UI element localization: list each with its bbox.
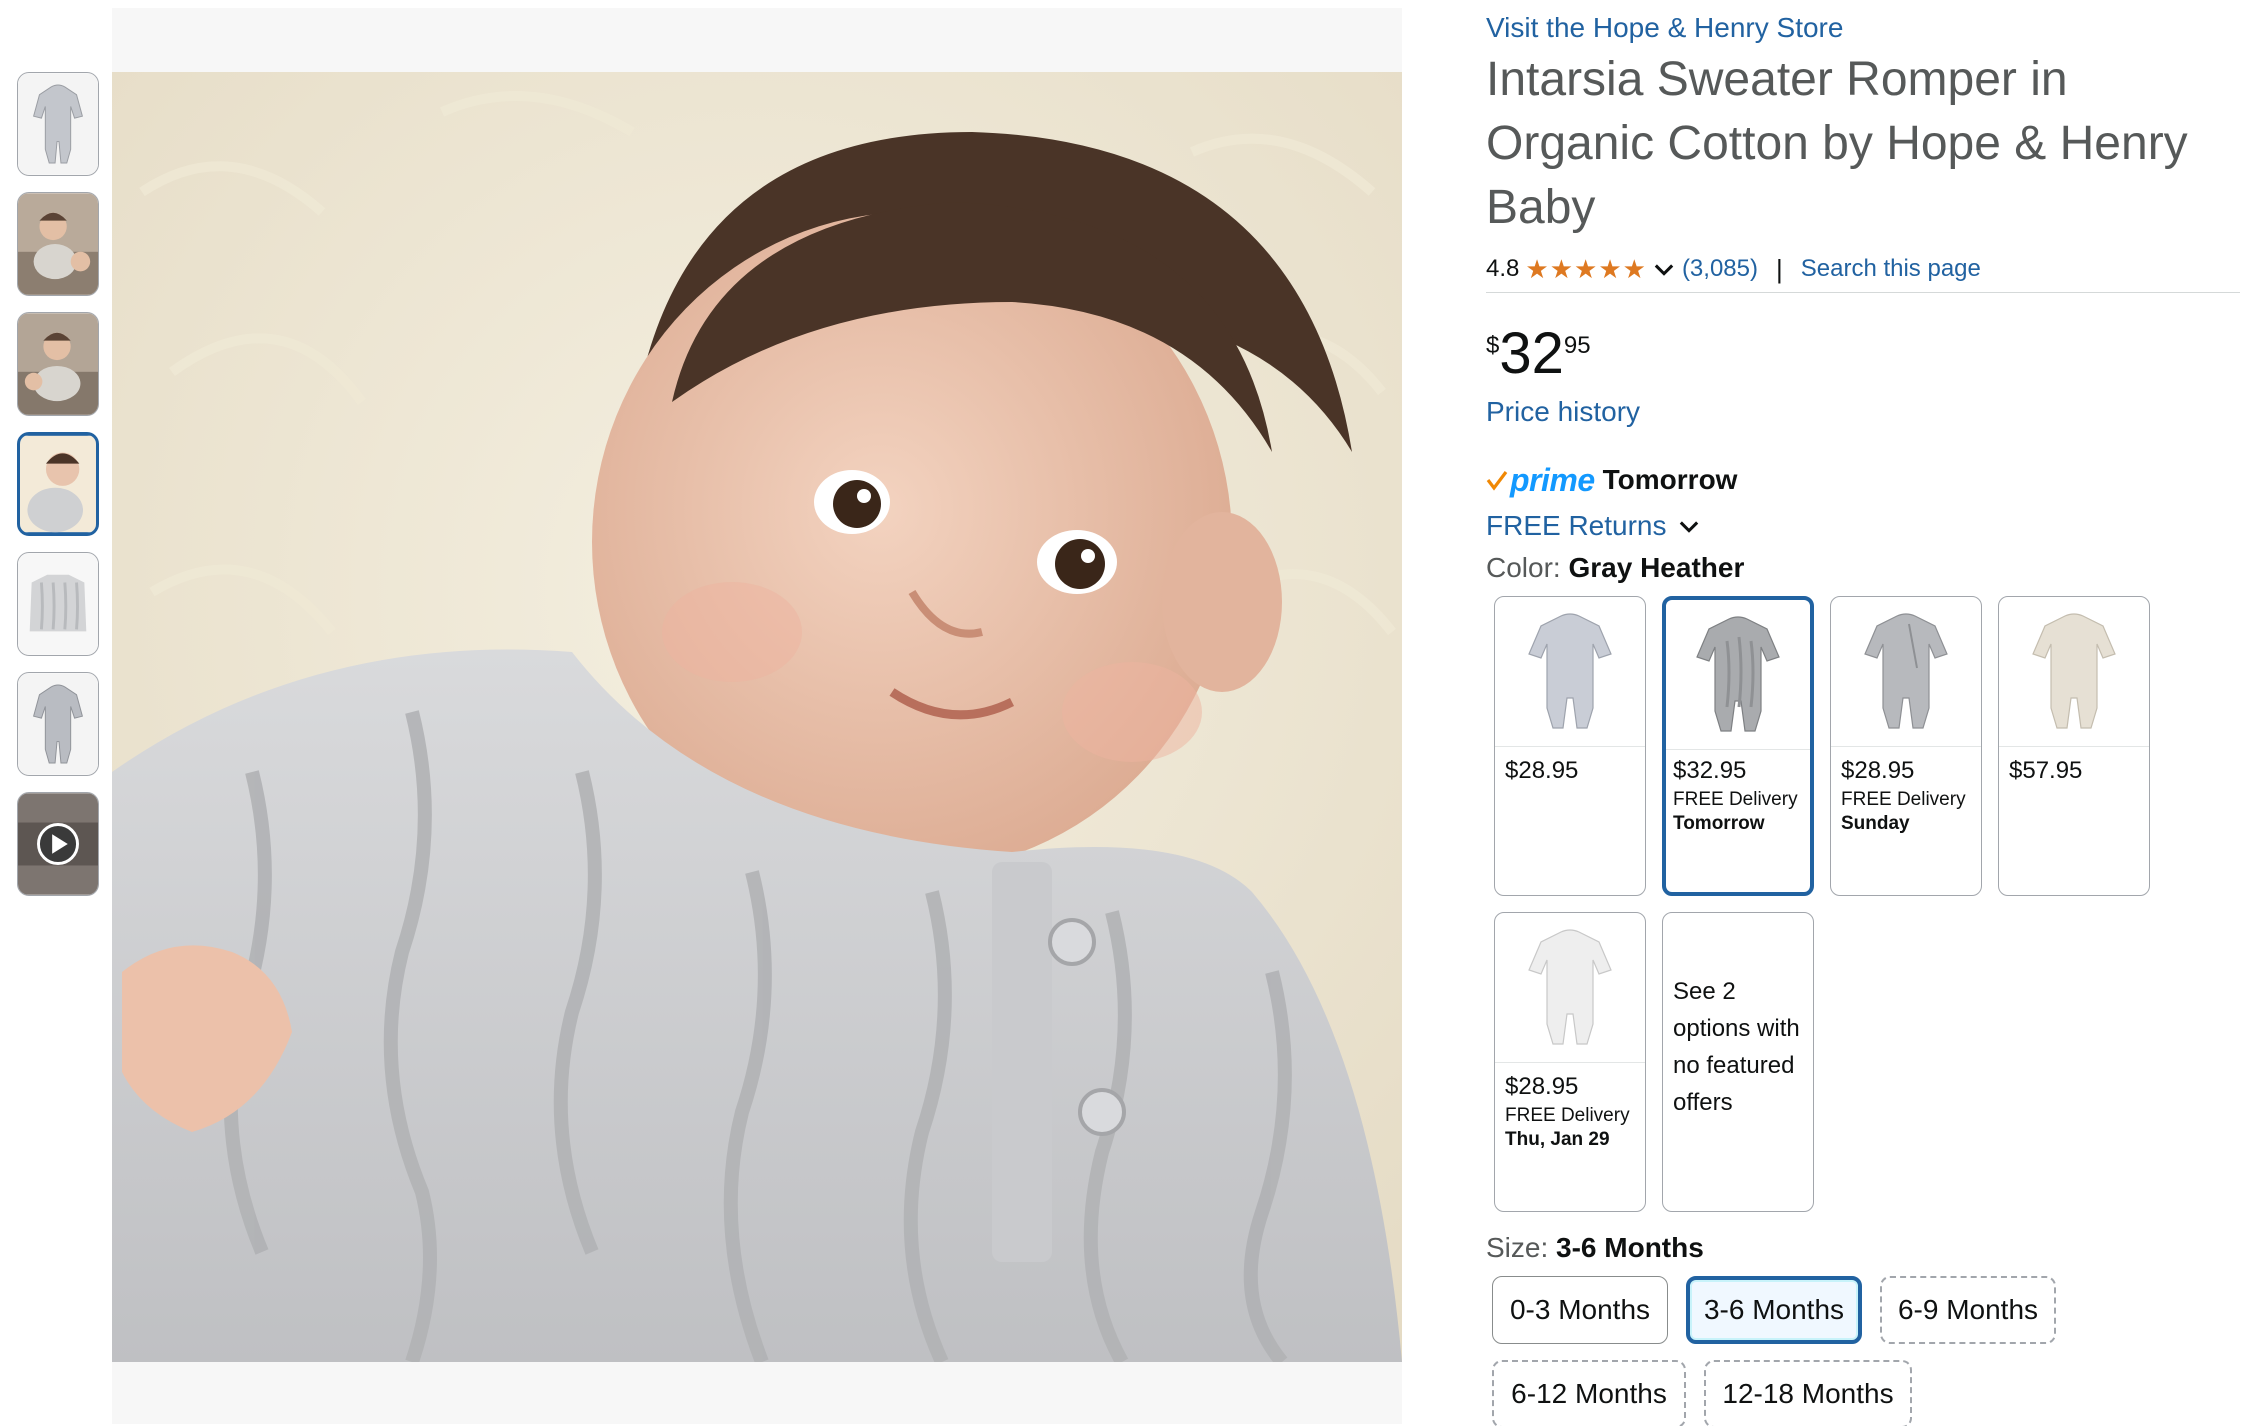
thumbnail-video[interactable] <box>17 792 99 896</box>
main-product-image[interactable] <box>112 72 1402 1362</box>
swatch-image <box>1831 597 1981 747</box>
size-option-3-6-months[interactable]: 3-6 Months <box>1686 1276 1862 1344</box>
thumbnail-romper-flat[interactable] <box>17 672 99 776</box>
size-label: Size: 3-6 Months <box>1486 1232 1704 1264</box>
swatch-delivery-date: Sunday <box>1841 813 1910 834</box>
separator: | <box>1775 253 1783 284</box>
size-option-6-9-months[interactable]: 6-9 Months <box>1880 1276 2056 1344</box>
star-icon: ★ <box>1525 254 1549 284</box>
swatch-price: $32.95 <box>1673 757 1747 784</box>
color-swatch[interactable]: $57.95 <box>1998 596 2150 896</box>
star-icon: ★ <box>1598 254 1622 284</box>
thumbnail-baby-closeup[interactable] <box>17 432 99 536</box>
price: $ 32 95 <box>1486 322 1591 386</box>
rating-count-link[interactable]: (3,085) <box>1682 255 1758 283</box>
color-swatch[interactable]: $28.95 FREE Delivery Sunday <box>1830 596 1982 896</box>
color-swatch-selected[interactable]: $32.95 FREE Delivery Tomorrow <box>1662 596 1814 896</box>
color-label: Color: Gray Heather <box>1486 552 1744 584</box>
thumbnail-baby-lifestyle-1[interactable] <box>17 192 99 296</box>
swatch-delivery-date: Thu, Jan 29 <box>1505 1129 1610 1150</box>
thumbnail-romper-gray[interactable] <box>17 72 99 176</box>
swatch-price: $28.95 <box>1841 757 1915 784</box>
prime-delivery: prime Tomorrow <box>1486 460 1737 500</box>
size-label-text: Size: <box>1486 1232 1549 1263</box>
swatch-image <box>1495 597 1645 747</box>
swatch-price: $28.95 <box>1505 1073 1579 1100</box>
free-returns-label: FREE Returns <box>1486 510 1667 541</box>
color-value: Gray Heather <box>1568 552 1745 583</box>
price-symbol: $ <box>1486 332 1500 359</box>
swatch-image <box>1999 597 2149 747</box>
rating-row: 4.8 ★ ★ ★ ★ ★ (3,085) | Search this page <box>1486 252 1981 286</box>
search-this-page-link[interactable]: Search this page <box>1801 255 1981 283</box>
size-option-12-18-months[interactable]: 12-18 Months <box>1704 1360 1912 1426</box>
star-icon: ★ <box>1549 254 1573 284</box>
swatch-delivery: FREE Delivery <box>1505 1105 1630 1126</box>
rating-value: 4.8 <box>1486 255 1520 282</box>
star-icon: ★ <box>1622 254 1646 284</box>
product-title: Intarsia Sweater Romper in Organic Cotto… <box>1486 53 2188 234</box>
price-history-link[interactable]: Price history <box>1486 396 1640 428</box>
swatch-image <box>1666 600 1810 750</box>
chevron-down-icon <box>1679 521 1698 533</box>
color-label-text: Color: <box>1486 552 1561 583</box>
divider <box>1486 292 2240 293</box>
prime-logo: prime <box>1510 462 1595 498</box>
color-swatch[interactable]: $28.95 FREE Delivery Thu, Jan 29 <box>1494 912 1646 1212</box>
store-link[interactable]: Visit the Hope & Henry Store <box>1486 12 1843 44</box>
size-option-6-12-months[interactable]: 6-12 Months <box>1492 1360 1686 1426</box>
star-rating-icon[interactable]: ★ ★ ★ ★ ★ <box>1525 256 1646 282</box>
free-returns-link[interactable]: FREE Returns <box>1486 508 1707 544</box>
star-icon: ★ <box>1574 254 1598 284</box>
swatch-price: $57.95 <box>2009 757 2083 784</box>
size-value: 3-6 Months <box>1556 1232 1704 1263</box>
color-swatch[interactable]: $28.95 <box>1494 596 1646 896</box>
see-options-text: See 2 options with no featured offers <box>1673 978 1800 1116</box>
swatch-delivery-date: Tomorrow <box>1673 813 1765 834</box>
price-whole: 32 <box>1499 321 1564 386</box>
swatch-image <box>1495 913 1645 1063</box>
swatch-delivery: FREE Delivery <box>1673 789 1798 810</box>
delivery-date: Tomorrow <box>1602 464 1738 495</box>
price-fraction: 95 <box>1563 332 1591 359</box>
thumbnail-baby-lifestyle-2[interactable] <box>17 312 99 416</box>
prime-check-icon <box>1486 471 1508 491</box>
swatch-delivery: FREE Delivery <box>1841 789 1966 810</box>
chevron-down-icon[interactable] <box>1650 255 1678 283</box>
size-option-0-3-months[interactable]: 0-3 Months <box>1492 1276 1668 1344</box>
see-more-options-swatch[interactable]: See 2 options with no featured offers <box>1662 912 1814 1212</box>
swatch-price: $28.95 <box>1505 757 1579 784</box>
thumbnail-sweater-detail[interactable] <box>17 552 99 656</box>
